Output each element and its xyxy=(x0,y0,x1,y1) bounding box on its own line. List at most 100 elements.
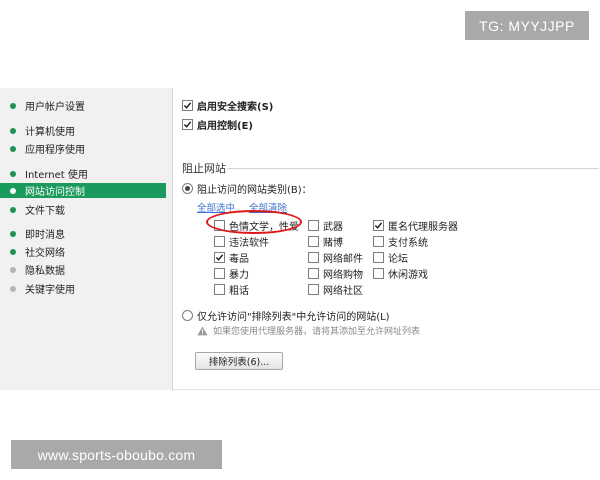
category-label: 网络社区 xyxy=(323,286,363,297)
panel-bottom-border xyxy=(173,389,600,390)
enable-control-option[interactable]: 启用控制(E) xyxy=(182,117,253,132)
bullet-icon xyxy=(10,206,16,213)
category-label: 违法软件 xyxy=(229,238,269,249)
bullet-icon xyxy=(10,248,16,255)
category-checkbox[interactable] xyxy=(308,268,319,279)
block-categories-label: 阻止访问的网站类别(B)： xyxy=(197,185,312,196)
watermark-bottom: www.sports-oboubo.com xyxy=(11,440,222,469)
allow-only-label: 仅允许访问"排除列表"中允许访问的网站(L) xyxy=(197,312,390,323)
category-checkbox[interactable] xyxy=(214,236,225,247)
sidebar-item-social-network[interactable]: 社交网络 xyxy=(0,244,166,259)
category-checkbox[interactable] xyxy=(214,268,225,279)
block-categories-option[interactable]: 阻止访问的网站类别(B)： xyxy=(182,181,312,196)
bullet-icon xyxy=(10,170,16,177)
checkmark-icon xyxy=(215,254,224,261)
bullet-icon xyxy=(10,266,16,273)
category-casual-games[interactable]: 休闲游戏 xyxy=(373,266,428,281)
category-label: 支付系统 xyxy=(388,238,428,249)
category-checkbox[interactable] xyxy=(373,268,384,279)
bullet-icon xyxy=(10,145,16,152)
sidebar-item-app-use[interactable]: 应用程序使用 xyxy=(0,141,166,156)
safe-search-option[interactable]: 启用安全搜索(S) xyxy=(182,98,273,113)
bullet-icon xyxy=(10,127,16,134)
category-checkbox[interactable] xyxy=(308,220,319,231)
bullet-icon xyxy=(10,230,16,237)
category-label: 论坛 xyxy=(388,254,408,265)
sidebar-item-instant-messaging[interactable]: 即时消息 xyxy=(0,226,166,241)
sidebar-item-label: 即时消息 xyxy=(25,230,65,241)
enable-control-label: 启用控制(E) xyxy=(197,121,253,132)
sidebar: 用户帐户设置 计算机使用 应用程序使用 Internet 使用 网站访问控制 文… xyxy=(0,88,173,390)
category-checkbox[interactable] xyxy=(308,252,319,263)
enable-control-checkbox[interactable] xyxy=(182,119,193,130)
main-panel: 启用安全搜索(S) 启用控制(E) 阻止网站 阻止访问的网站类别(B)： 全部选… xyxy=(173,88,600,390)
sidebar-item-private-data[interactable]: 隐私数据 xyxy=(0,262,166,277)
category-checkbox[interactable] xyxy=(214,220,225,231)
section-divider xyxy=(227,168,599,169)
radio-selected-icon xyxy=(185,186,190,191)
category-label: 赌博 xyxy=(323,238,343,249)
sidebar-item-web-access-control[interactable]: 网站访问控制 xyxy=(0,183,166,198)
category-checkbox[interactable] xyxy=(373,236,384,247)
category-online-shopping[interactable]: 网络购物 xyxy=(308,266,363,281)
sidebar-item-label: 关键字使用 xyxy=(25,285,75,296)
allow-only-radio[interactable] xyxy=(182,310,193,321)
checkmark-icon xyxy=(183,102,192,109)
category-online-community[interactable]: 网络社区 xyxy=(308,282,363,297)
sidebar-item-label: 文件下载 xyxy=(25,206,65,217)
sidebar-item-keyword-use[interactable]: 关键字使用 xyxy=(0,281,166,296)
category-drugs[interactable]: 毒品 xyxy=(214,250,249,265)
safe-search-label: 启用安全搜索(S) xyxy=(197,102,274,113)
category-checkbox[interactable] xyxy=(373,220,384,231)
sidebar-item-label: 网站访问控制 xyxy=(25,187,85,198)
category-webmail[interactable]: 网络邮件 xyxy=(308,250,363,265)
safe-search-checkbox[interactable] xyxy=(182,100,193,111)
exclusion-list-button[interactable]: 排除列表(6)... xyxy=(195,352,283,370)
sidebar-item-user-account[interactable]: 用户帐户设置 xyxy=(0,98,166,113)
checkmark-icon xyxy=(374,222,383,229)
clear-all-link[interactable]: 全部清除 xyxy=(249,200,287,214)
category-label: 休闲游戏 xyxy=(388,270,428,281)
sidebar-item-file-download[interactable]: 文件下载 xyxy=(0,202,166,217)
sidebar-item-label: 用户帐户设置 xyxy=(25,102,85,113)
block-categories-radio[interactable] xyxy=(182,183,193,194)
category-checkbox[interactable] xyxy=(214,252,225,263)
bullet-icon xyxy=(10,285,16,292)
category-erotica[interactable]: 色情文学，性爱 xyxy=(214,218,299,233)
sidebar-item-internet-use[interactable]: Internet 使用 xyxy=(0,166,166,181)
select-all-link[interactable]: 全部选中 xyxy=(197,200,235,214)
sidebar-item-label: 计算机使用 xyxy=(25,127,75,138)
category-label: 暴力 xyxy=(229,270,249,281)
category-label: 毒品 xyxy=(229,254,249,265)
block-sites-title: 阻止网站 xyxy=(182,162,226,175)
category-checkbox[interactable] xyxy=(308,284,319,295)
category-label: 色情文学，性爱 xyxy=(229,222,299,233)
category-actions: 全部选中 全部清除 xyxy=(197,200,287,214)
sidebar-item-computer-use[interactable]: 计算机使用 xyxy=(0,123,166,138)
category-label: 匿名代理服务器 xyxy=(388,222,458,233)
category-label: 网络邮件 xyxy=(323,254,363,265)
bullet-icon xyxy=(10,187,16,194)
allow-only-option[interactable]: 仅允许访问"排除列表"中允许访问的网站(L) xyxy=(182,308,390,323)
sidebar-item-label: 应用程序使用 xyxy=(25,145,85,156)
checkmark-icon xyxy=(183,121,192,128)
sidebar-item-label: Internet 使用 xyxy=(25,170,88,181)
bullet-icon xyxy=(10,102,16,109)
watermark-top: TG: MYYJJPP xyxy=(465,11,589,40)
category-checkbox[interactable] xyxy=(308,236,319,247)
category-profanity[interactable]: 粗话 xyxy=(214,282,249,297)
category-checkbox[interactable] xyxy=(214,284,225,295)
category-violence[interactable]: 暴力 xyxy=(214,266,249,281)
category-gambling[interactable]: 赌博 xyxy=(308,234,343,249)
category-weapons[interactable]: 武器 xyxy=(308,218,343,233)
category-illegal-software[interactable]: 违法软件 xyxy=(214,234,269,249)
category-label: 网络购物 xyxy=(323,270,363,281)
proxy-note: 如果您使用代理服务器，请将其添加至允许网址列表 xyxy=(197,324,420,337)
proxy-note-text: 如果您使用代理服务器，请将其添加至允许网址列表 xyxy=(213,327,421,337)
category-anonymous-proxy[interactable]: 匿名代理服务器 xyxy=(373,218,458,233)
category-forums[interactable]: 论坛 xyxy=(373,250,408,265)
category-checkbox[interactable] xyxy=(373,252,384,263)
sidebar-item-label: 隐私数据 xyxy=(25,266,65,277)
category-payment-systems[interactable]: 支付系统 xyxy=(373,234,428,249)
warning-icon xyxy=(197,326,208,335)
